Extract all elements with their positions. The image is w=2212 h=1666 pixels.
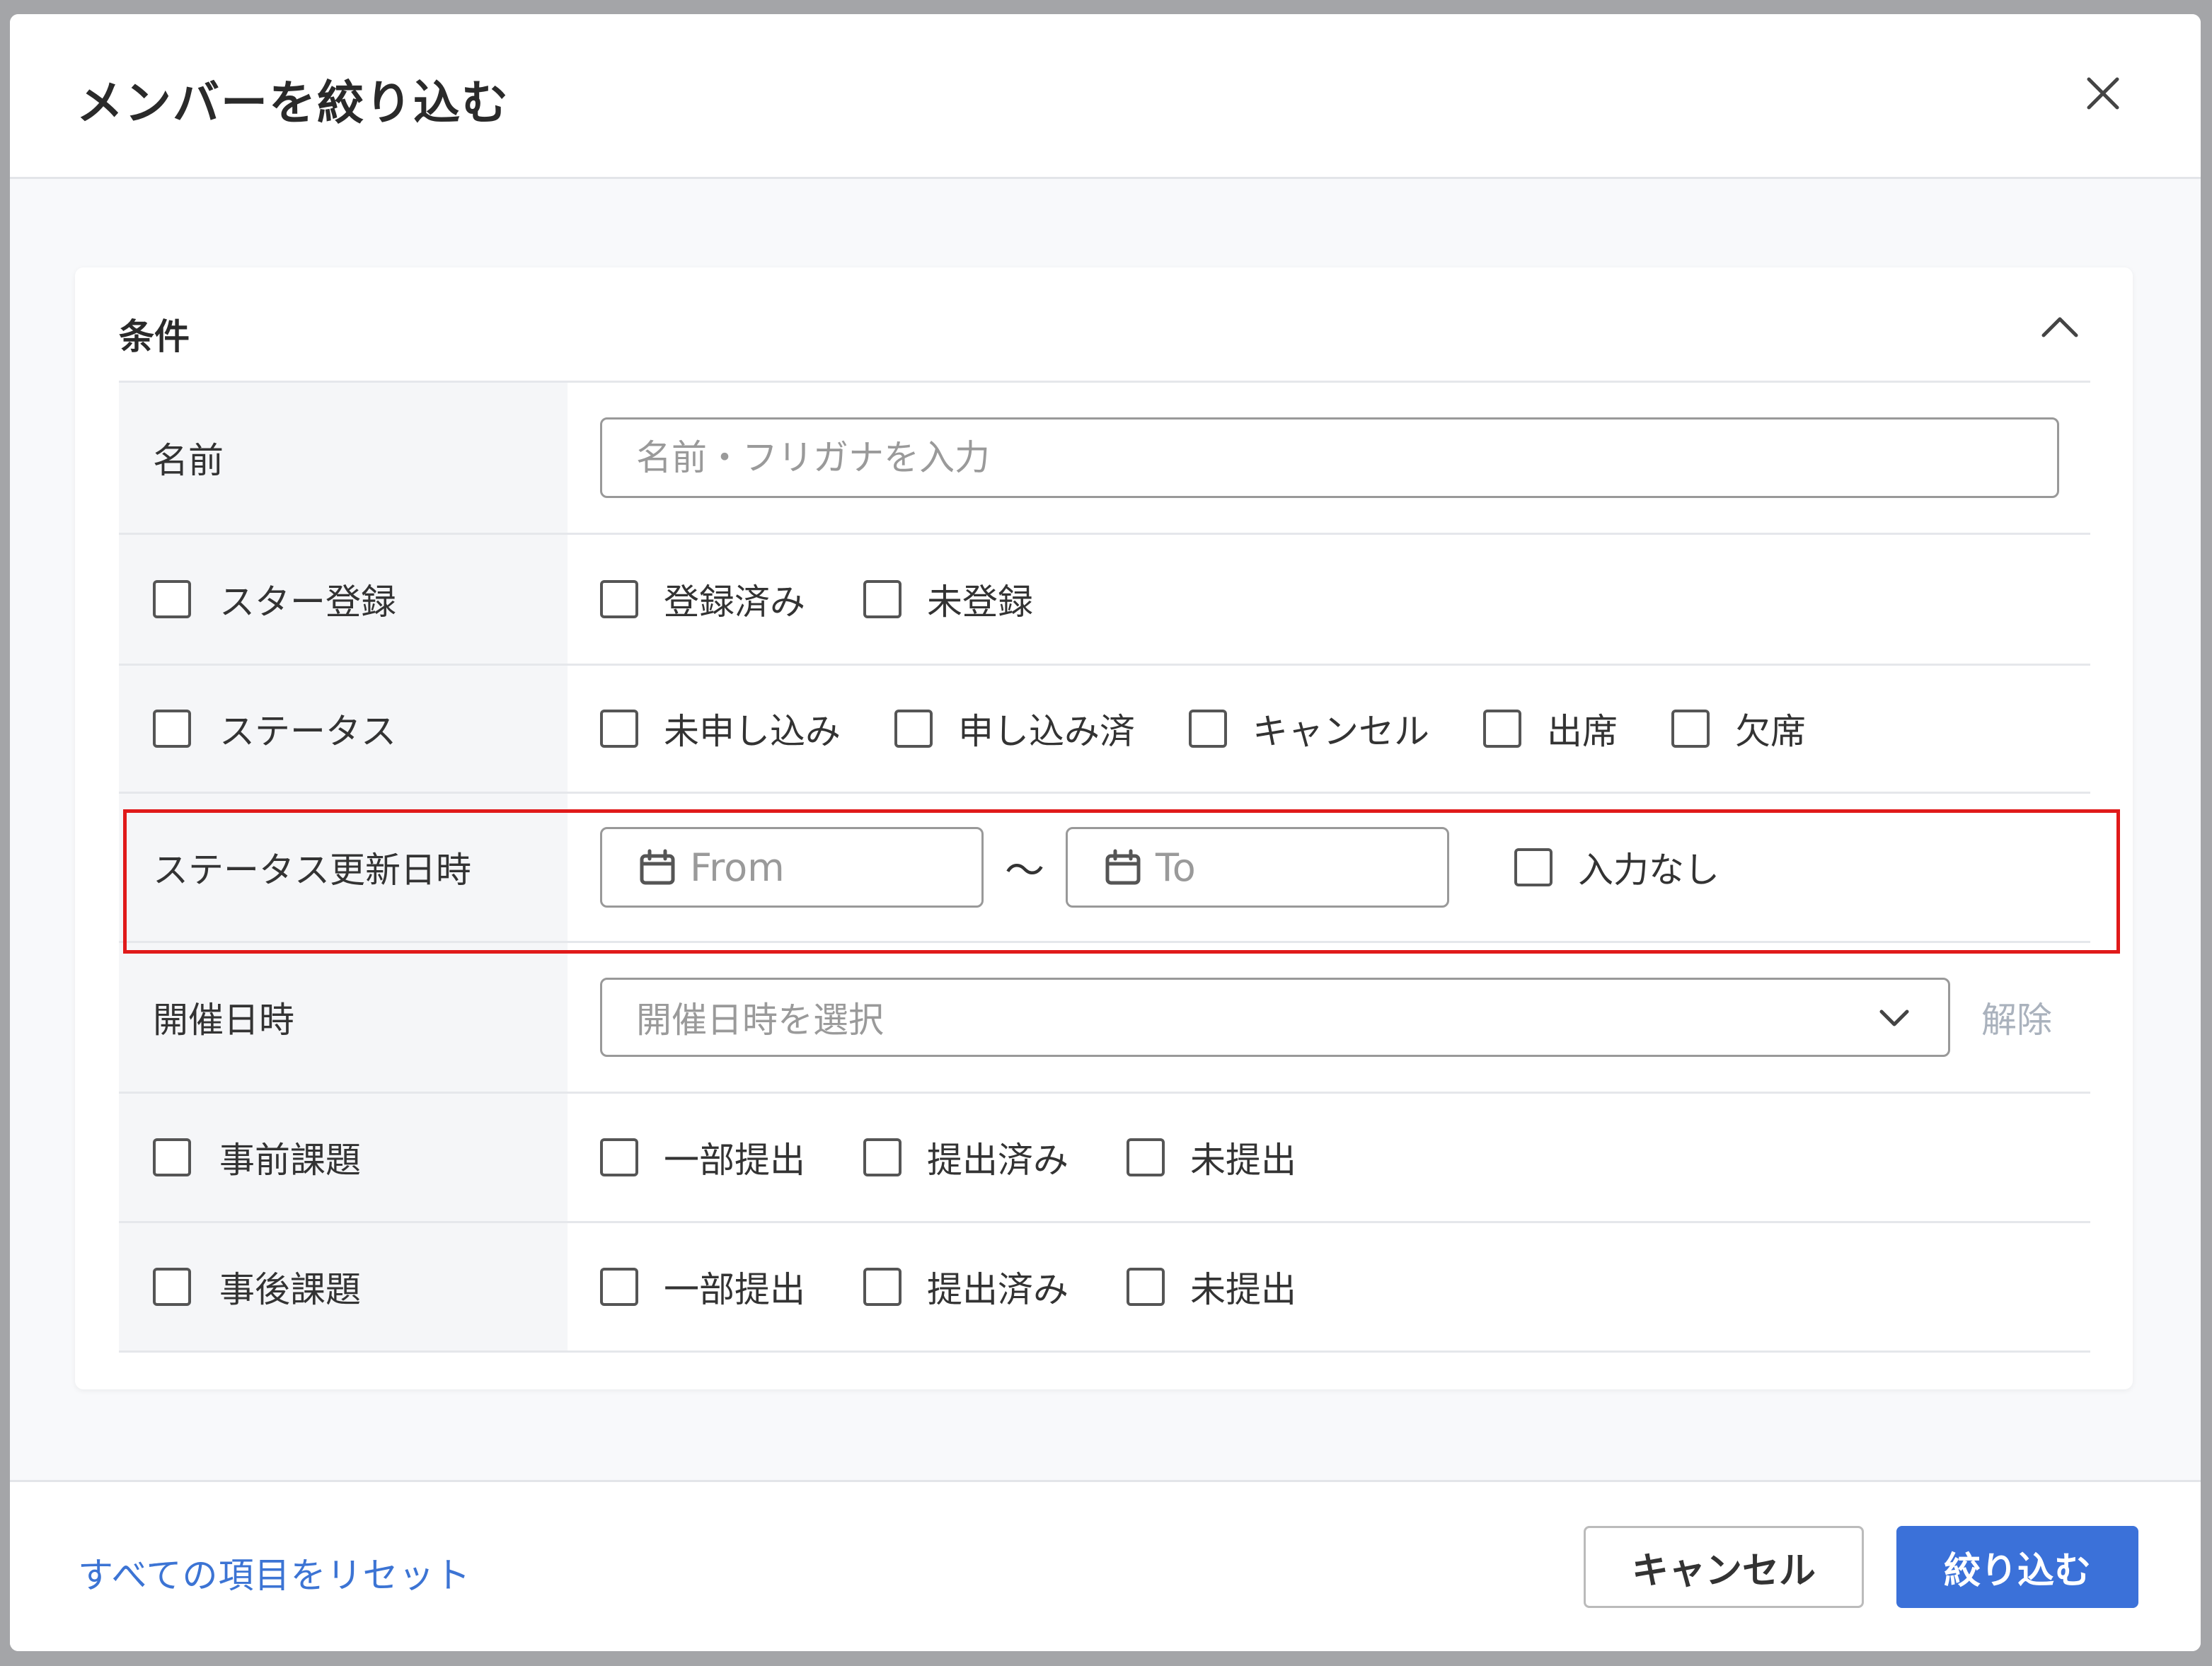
name-value-cell — [568, 383, 2090, 533]
status-label-cell: ステータス — [119, 666, 568, 792]
star-options: 登録済み 未登録 — [568, 535, 2090, 664]
status-option-attended[interactable]: 出席 — [1483, 703, 1618, 754]
checkbox[interactable] — [600, 1138, 638, 1176]
event-date-label: 開催日時 — [153, 1000, 294, 1041]
checkbox[interactable] — [600, 1268, 638, 1306]
checkbox[interactable] — [1514, 848, 1553, 886]
option-label: 未提出 — [1190, 1269, 1296, 1310]
date-from-placeholder: From — [690, 845, 785, 890]
event-date-label-cell: 開催日時 — [119, 943, 568, 1092]
option-label: 未登録 — [927, 582, 1033, 623]
conditions-table: 名前 スター登録 登録済み — [119, 381, 2090, 1353]
dialog-footer: すべての項目をリセット キャンセル 絞り込む — [10, 1480, 2201, 1651]
event-date-select[interactable]: 開催日時を選択 — [600, 978, 1950, 1057]
post-task-label: 事後課題 — [219, 1269, 361, 1310]
status-option-cancelled[interactable]: キャンセル — [1189, 703, 1429, 754]
option-label: 未提出 — [1190, 1140, 1296, 1181]
status-options: 未申し込み 申し込み済 キャンセル 出席 欠席 — [568, 666, 2090, 792]
star-enable-checkbox[interactable] — [153, 580, 191, 618]
status-updated-value-cell: From 〜 To 入力なし — [568, 794, 2090, 941]
pre-task-options: 一部提出 提出済み 未提出 — [568, 1094, 2090, 1221]
date-to-placeholder: To — [1156, 845, 1196, 890]
row-pre-task: 事前課題 一部提出 提出済み 未提出 — [119, 1094, 2090, 1223]
date-to-input[interactable]: To — [1066, 827, 1449, 908]
name-label: 名前 — [153, 440, 224, 481]
checkbox[interactable] — [863, 1268, 901, 1306]
pre-task-option-not-submitted[interactable]: 未提出 — [1127, 1132, 1296, 1183]
status-updated-label-cell: ステータス更新日時 — [119, 794, 568, 941]
event-date-value-cell: 開催日時を選択 解除 — [568, 943, 2090, 1092]
post-task-label-cell: 事後課題 — [119, 1223, 568, 1350]
close-icon[interactable] — [2075, 65, 2131, 122]
cancel-button[interactable]: キャンセル — [1584, 1526, 1864, 1608]
range-separator: 〜 — [1005, 848, 1044, 894]
conditions-card: 条件 名前 スター登録 — [75, 267, 2133, 1389]
pre-task-option-submitted[interactable]: 提出済み — [863, 1132, 1068, 1183]
status-option-applied[interactable]: 申し込み済 — [894, 703, 1135, 754]
status-label: ステータス — [219, 711, 396, 752]
row-status: ステータス 未申し込み 申し込み済 キャンセル 出席 欠席 — [119, 666, 2090, 794]
option-label: キャンセル — [1252, 711, 1429, 752]
pre-task-label: 事前課題 — [219, 1140, 361, 1181]
row-post-task: 事後課題 一部提出 提出済み 未提出 — [119, 1223, 2090, 1353]
star-option-registered[interactable]: 登録済み — [600, 574, 805, 625]
checkbox[interactable] — [1671, 710, 1710, 748]
row-name: 名前 — [119, 383, 2090, 535]
row-status-updated: ステータス更新日時 From 〜 To 入力なし — [119, 794, 2090, 943]
checkbox[interactable] — [1127, 1268, 1165, 1306]
checkbox[interactable] — [600, 710, 638, 748]
checkbox[interactable] — [894, 710, 933, 748]
row-star: スター登録 登録済み 未登録 — [119, 535, 2090, 666]
option-label: 提出済み — [927, 1140, 1068, 1181]
option-label: 一部提出 — [664, 1140, 805, 1181]
star-option-unregistered[interactable]: 未登録 — [863, 574, 1033, 625]
option-label: 一部提出 — [664, 1269, 805, 1310]
calendar-icon — [640, 849, 675, 885]
option-label: 欠席 — [1735, 711, 1806, 752]
event-date-clear-link[interactable]: 解除 — [1981, 992, 2052, 1043]
name-label-cell: 名前 — [119, 383, 568, 533]
dialog-title: メンバーを絞り込む — [76, 76, 509, 130]
post-task-option-partial[interactable]: 一部提出 — [600, 1261, 805, 1312]
dialog-header: メンバーを絞り込む — [10, 14, 2201, 179]
row-event-date: 開催日時 開催日時を選択 解除 — [119, 943, 2090, 1094]
status-updated-label: ステータス更新日時 — [153, 850, 471, 891]
checkbox[interactable] — [863, 1138, 901, 1176]
option-label: 入力なし — [1578, 850, 1720, 891]
post-task-option-not-submitted[interactable]: 未提出 — [1127, 1261, 1296, 1312]
apply-filter-button[interactable]: 絞り込む — [1896, 1526, 2138, 1608]
chevron-down-icon — [1879, 1010, 1909, 1026]
pre-task-enable-checkbox[interactable] — [153, 1138, 191, 1176]
name-input[interactable] — [600, 417, 2059, 498]
status-enable-checkbox[interactable] — [153, 710, 191, 748]
option-label: 出席 — [1547, 711, 1618, 752]
chevron-up-icon[interactable] — [2035, 303, 2085, 352]
status-option-not-applied[interactable]: 未申し込み — [600, 703, 841, 754]
reset-all-link[interactable]: すべての項目をリセット — [78, 1547, 471, 1598]
star-label: スター登録 — [219, 582, 396, 623]
pre-task-label-cell: 事前課題 — [119, 1094, 568, 1221]
checkbox[interactable] — [1127, 1138, 1165, 1176]
checkbox[interactable] — [1189, 710, 1227, 748]
post-task-option-submitted[interactable]: 提出済み — [863, 1261, 1068, 1312]
status-updated-empty-option[interactable]: 入力なし — [1514, 842, 1720, 893]
calendar-icon — [1105, 849, 1141, 885]
date-from-input[interactable]: From — [600, 827, 984, 908]
status-option-absent[interactable]: 欠席 — [1671, 703, 1806, 754]
post-task-options: 一部提出 提出済み 未提出 — [568, 1223, 2090, 1350]
option-label: 提出済み — [927, 1269, 1068, 1310]
option-label: 未申し込み — [664, 711, 841, 752]
filter-dialog: メンバーを絞り込む 条件 名前 名前・フリガナを入力 スター登録 登録済み 未登… — [10, 14, 2201, 1651]
pre-task-option-partial[interactable]: 一部提出 — [600, 1132, 805, 1183]
event-date-placeholder: 開催日時を選択 — [636, 1000, 884, 1041]
post-task-enable-checkbox[interactable] — [153, 1268, 191, 1306]
conditions-title: 条件 — [119, 316, 190, 357]
star-label-cell: スター登録 — [119, 535, 568, 664]
checkbox[interactable] — [600, 580, 638, 618]
checkbox[interactable] — [1483, 710, 1521, 748]
option-label: 登録済み — [664, 582, 805, 623]
option-label: 申し込み済 — [958, 711, 1135, 752]
checkbox[interactable] — [863, 580, 901, 618]
